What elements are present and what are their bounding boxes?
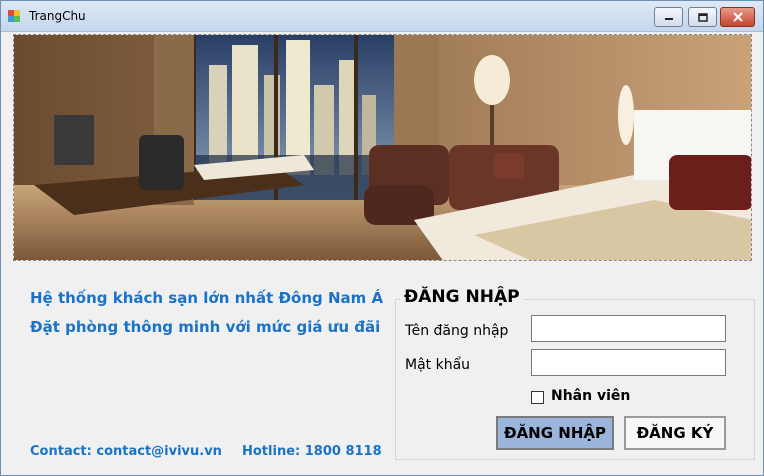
username-input[interactable] [531,315,726,342]
hotline-number: Hotline: 1800 8118 [242,444,382,459]
staff-checkbox-label[interactable]: Nhân viên [551,388,630,404]
username-label: Tên đăng nhập [405,323,509,339]
register-button[interactable]: ĐĂNG KÝ [624,416,726,450]
maximize-icon [697,12,708,22]
slogan-line-1: Hệ thống khách sạn lớn nhất Đông Nam Á [30,289,384,307]
password-input[interactable] [531,349,726,376]
contact-email: Contact: contact@ivivu.vn [30,444,222,459]
title-bar[interactable]: TrangChu [1,1,763,32]
minimize-button[interactable] [654,7,683,27]
close-icon [732,12,743,22]
window-title: TrangChu [29,9,86,23]
login-button[interactable]: ĐĂNG NHẬP [496,416,614,450]
app-window-icon [8,10,20,22]
minimize-icon [664,18,673,20]
maximize-button[interactable] [688,7,717,27]
hotel-room-photo [13,34,752,261]
password-label: Mật khẩu [405,357,471,373]
login-title: ĐĂNG NHẬP [400,287,524,307]
close-button[interactable] [720,7,755,27]
slogan-line-2: Đặt phòng thông minh với mức giá ưu đãi [30,318,381,336]
staff-checkbox[interactable] [531,391,544,404]
